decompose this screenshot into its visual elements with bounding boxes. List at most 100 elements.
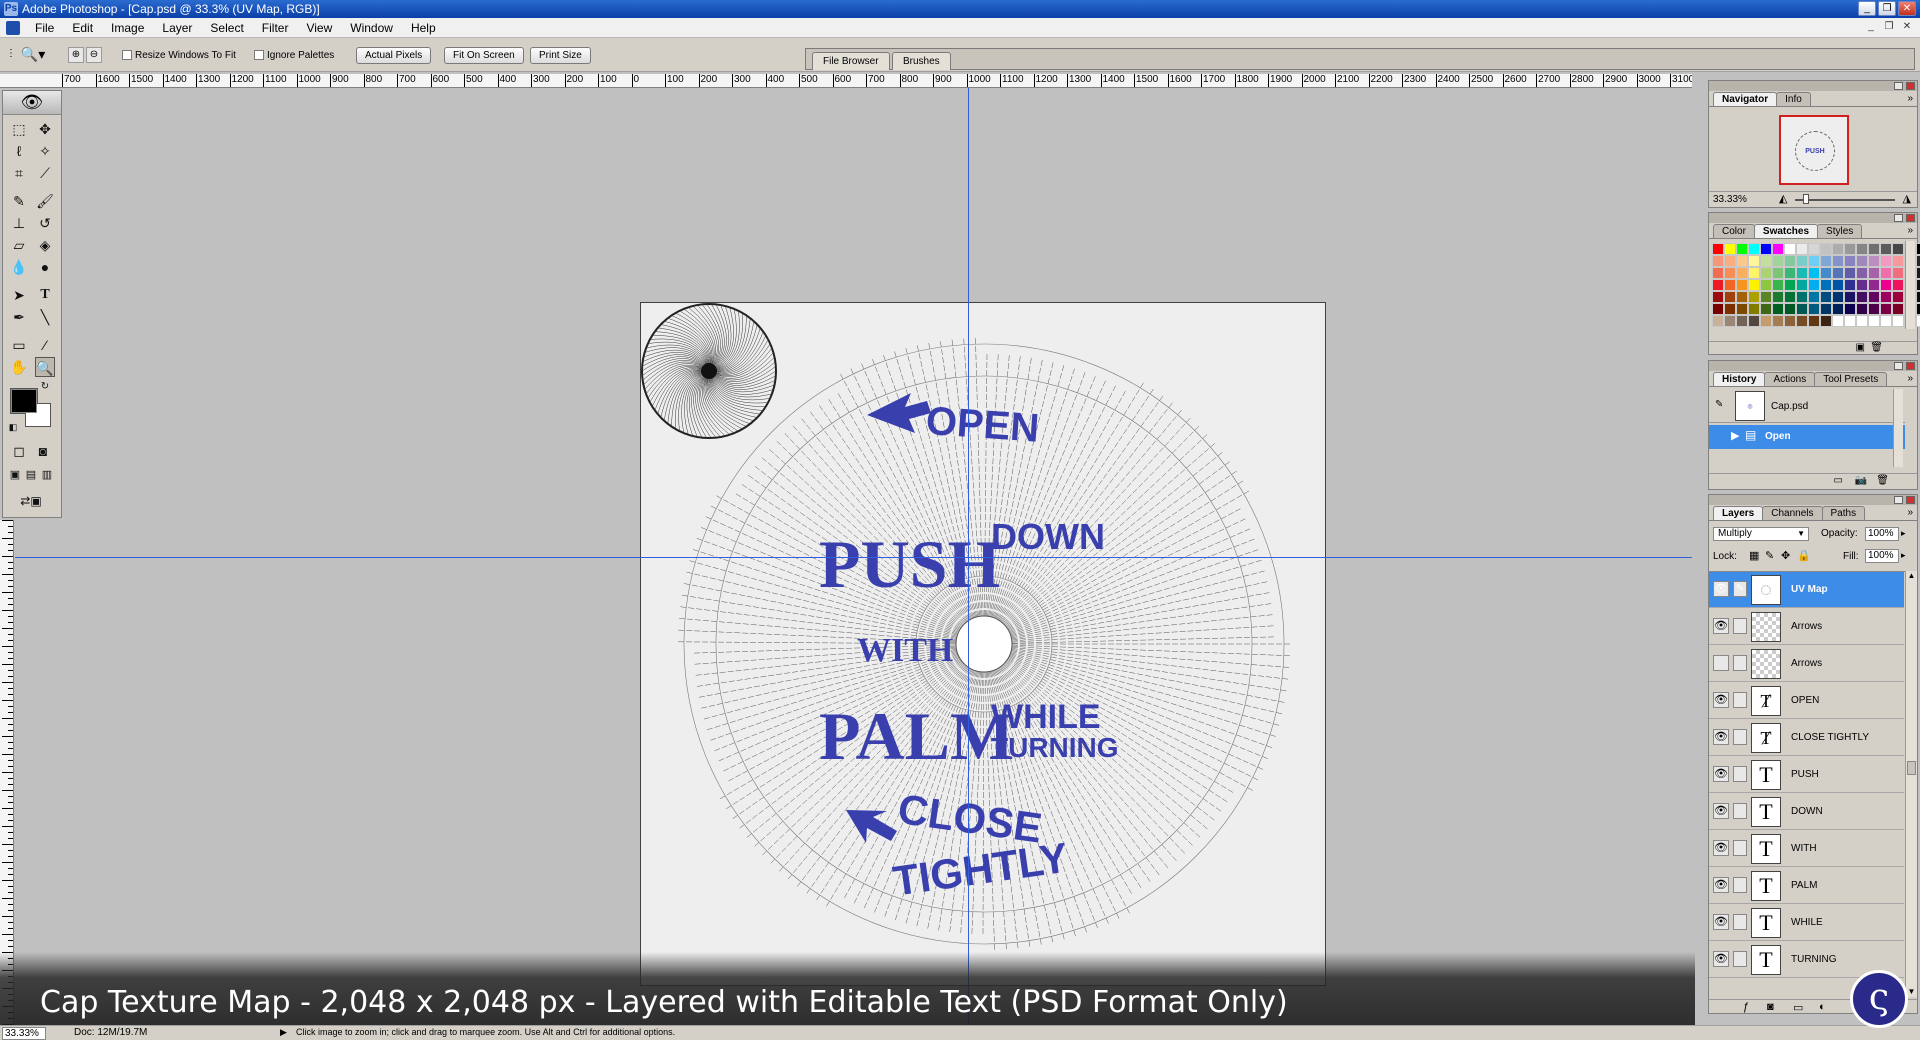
color-swatch[interactable] — [1880, 255, 1892, 267]
new-swatch-icon[interactable]: ▣ — [1856, 342, 1865, 353]
color-swatch[interactable] — [1784, 255, 1796, 267]
color-swatch[interactable] — [1892, 315, 1904, 327]
color-swatch[interactable] — [1748, 315, 1760, 327]
color-swatch[interactable] — [1796, 279, 1808, 291]
new-layer-set-icon[interactable]: ▭ — [1793, 1001, 1803, 1013]
color-swatch[interactable] — [1796, 303, 1808, 315]
standard-mode-icon[interactable]: ◻ — [9, 441, 29, 461]
color-swatch[interactable] — [1832, 243, 1844, 255]
color-swatch[interactable] — [1712, 255, 1724, 267]
new-adjustment-layer-icon[interactable]: ◐ — [1819, 1001, 1826, 1013]
history-state-row[interactable]: ▶ ▤ Open — [1709, 425, 1905, 449]
zoom-out-small-icon[interactable]: ◭ — [1779, 192, 1787, 205]
color-swatch[interactable] — [1748, 303, 1760, 315]
zoom-tool-icon[interactable]: 🔍 — [35, 357, 55, 377]
color-swatch[interactable] — [1916, 291, 1920, 303]
layer-row[interactable]: 👁 T WHILE — [1709, 905, 1904, 941]
blend-mode-select[interactable]: Multiply ▼ — [1713, 527, 1809, 541]
tab-channels[interactable]: Channels — [1762, 506, 1823, 520]
fill-input[interactable]: 100% — [1865, 549, 1899, 563]
color-swatch[interactable] — [1772, 279, 1784, 291]
color-swatch[interactable] — [1856, 315, 1868, 327]
color-swatch[interactable] — [1784, 279, 1796, 291]
doc-restore-button[interactable]: ❐ — [1882, 20, 1896, 34]
color-swatch[interactable] — [1748, 291, 1760, 303]
color-swatch[interactable] — [1832, 303, 1844, 315]
color-swatch[interactable] — [1868, 255, 1880, 267]
slice-tool-icon[interactable]: ⟋ — [35, 163, 55, 183]
menu-image[interactable]: Image — [102, 21, 153, 35]
layer-link-icon[interactable] — [1733, 840, 1747, 856]
tab-color[interactable]: Color — [1713, 224, 1755, 238]
layer-row[interactable]: 👁 T PALM — [1709, 868, 1904, 904]
color-swatch[interactable] — [1808, 267, 1820, 279]
layer-row[interactable]: 👁 Arrows — [1709, 609, 1904, 645]
layer-row[interactable]: 👁 ✎ ◌ UV Map — [1709, 572, 1904, 608]
color-swatch[interactable] — [1724, 267, 1736, 279]
blur-tool-icon[interactable]: 💧 — [9, 257, 29, 277]
status-zoom-value[interactable]: 33.33% — [2, 1027, 46, 1040]
color-swatch[interactable] — [1892, 267, 1904, 279]
color-swatch[interactable] — [1868, 243, 1880, 255]
swatch-grid[interactable] — [1712, 243, 1920, 327]
menu-filter[interactable]: Filter — [253, 21, 298, 35]
tab-layers[interactable]: Layers — [1713, 506, 1764, 520]
color-swatch[interactable] — [1856, 291, 1868, 303]
color-swatch[interactable] — [1916, 243, 1920, 255]
history-snapshot-row[interactable]: ✎ ◎ Cap.psd — [1709, 389, 1905, 423]
palette-menu-icon[interactable]: » — [1907, 225, 1913, 236]
color-swatch[interactable] — [1856, 267, 1868, 279]
tab-tool-presets[interactable]: Tool Presets — [1814, 372, 1888, 386]
color-swatch[interactable] — [1748, 267, 1760, 279]
hand-tool-icon[interactable]: ✋ — [9, 357, 29, 377]
color-swatch[interactable] — [1916, 279, 1920, 291]
color-swatch[interactable] — [1736, 255, 1748, 267]
tab-info[interactable]: Info — [1776, 92, 1811, 106]
navigator-zoom-slider[interactable] — [1795, 199, 1895, 201]
tab-paths[interactable]: Paths — [1821, 506, 1866, 520]
horizontal-guide[interactable] — [15, 557, 1692, 558]
color-swatch[interactable] — [1784, 291, 1796, 303]
color-swatch[interactable] — [1916, 267, 1920, 279]
lock-position-icon[interactable]: ✥ — [1781, 549, 1790, 562]
color-swatch[interactable] — [1820, 267, 1832, 279]
paint-bucket-tool-icon[interactable]: ◈ — [35, 235, 55, 255]
color-swatch[interactable] — [1820, 243, 1832, 255]
color-swatch[interactable] — [1868, 279, 1880, 291]
color-swatch[interactable] — [1808, 291, 1820, 303]
visibility-eye-icon[interactable]: 👁 — [1713, 877, 1729, 893]
color-swatch[interactable] — [1748, 243, 1760, 255]
path-selection-tool-icon[interactable]: ➤ — [9, 285, 29, 305]
color-swatch[interactable] — [1856, 255, 1868, 267]
color-swatch[interactable] — [1760, 267, 1772, 279]
minimize-button[interactable]: _ — [1858, 1, 1876, 16]
layer-link-icon[interactable] — [1733, 766, 1747, 782]
healing-brush-tool-icon[interactable]: ✎ — [9, 191, 29, 211]
layers-scroll-thumb[interactable] — [1907, 761, 1916, 775]
eye-logo-icon[interactable]: 👁 — [3, 91, 61, 115]
screen-mode-full-icon[interactable]: ▥ — [39, 465, 55, 485]
layer-row[interactable]: Arrows — [1709, 646, 1904, 682]
eraser-tool-icon[interactable]: ▱ — [9, 235, 29, 255]
visibility-eye-icon[interactable]: 👁 — [1713, 766, 1729, 782]
history-scrollbar[interactable] — [1893, 389, 1903, 467]
color-swatch[interactable] — [1820, 315, 1832, 327]
quick-mask-mode-icon[interactable]: ◙ — [33, 441, 53, 461]
horizontal-ruler[interactable]: 700 1600 1500 1400 1300 1200 1100 1000 900 800 700… — [62, 74, 1692, 88]
color-swatch[interactable] — [1712, 267, 1724, 279]
color-swatch[interactable] — [1772, 243, 1784, 255]
canvas-area[interactable]: OPEN PUSH DOWN WITH PALM WHILE TURNING C… — [15, 88, 1692, 1025]
line-tool-icon[interactable]: ╲ — [35, 307, 55, 327]
color-swatch[interactable] — [1820, 303, 1832, 315]
color-swatch[interactable] — [1712, 315, 1724, 327]
tab-navigator[interactable]: Navigator — [1713, 92, 1778, 106]
new-snapshot-icon[interactable]: 📷 — [1855, 475, 1867, 486]
file-browser-tab[interactable]: File Browser — [812, 52, 890, 70]
color-swatch[interactable] — [1712, 291, 1724, 303]
color-swatch[interactable] — [1760, 255, 1772, 267]
color-swatch[interactable] — [1712, 279, 1724, 291]
tab-styles[interactable]: Styles — [1817, 224, 1863, 238]
color-swatch[interactable] — [1856, 303, 1868, 315]
visibility-eye-icon[interactable] — [1713, 655, 1729, 671]
color-swatch[interactable] — [1796, 291, 1808, 303]
